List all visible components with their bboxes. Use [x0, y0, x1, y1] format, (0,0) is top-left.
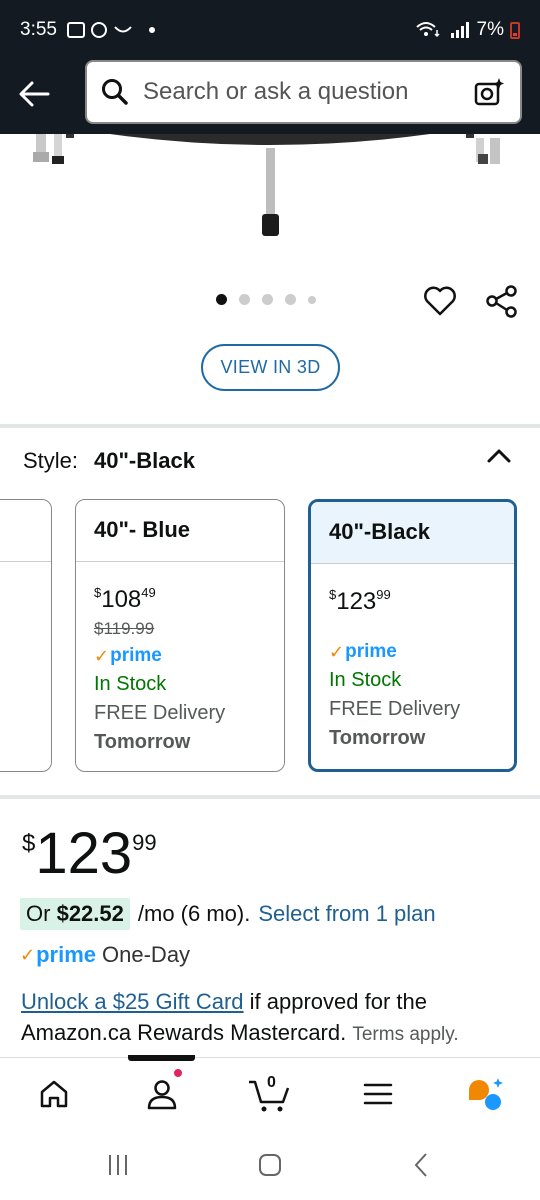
- status-notification-icons: [66, 22, 155, 38]
- style-selector-header: Style: 40"-Black: [23, 448, 195, 474]
- image-carousel-dots: [216, 294, 316, 305]
- variant-delivery-day: Tomorrow: [329, 727, 426, 749]
- back-arrow-icon: [19, 81, 50, 107]
- instagram-icon: [90, 22, 107, 38]
- carousel-dot[interactable]: [216, 294, 227, 305]
- variant-name: 40"-Black: [311, 502, 514, 564]
- nav-cart[interactable]: 0: [245, 1072, 295, 1116]
- collapse-style-button[interactable]: [484, 442, 514, 472]
- heart-icon: [424, 286, 456, 316]
- system-navigation-bar: [0, 1130, 540, 1200]
- variant-card-black[interactable]: 40"-Black $12399 ✓ prime In Stock FREE De…: [308, 499, 517, 772]
- back-chevron-icon: [414, 1153, 427, 1177]
- variant-delivery: FREE Delivery: [94, 702, 226, 724]
- search-icon: [102, 79, 128, 105]
- chevron-up-icon: [487, 449, 511, 463]
- gallery-icon: [66, 22, 85, 38]
- smile-icon: [114, 26, 132, 33]
- status-bar: 3:55 7%: [0, 0, 540, 60]
- variant-delivery: FREE Delivery: [329, 698, 461, 720]
- back-system-button[interactable]: [404, 1150, 440, 1180]
- app-header: Search or ask a question: [0, 60, 540, 134]
- monthly-payment-badge: Or $22.52: [20, 898, 130, 930]
- variant-price: $12399: [329, 587, 391, 615]
- variant-delivery-day: Tomorrow: [94, 731, 191, 753]
- section-divider: [0, 424, 540, 428]
- variant-stock: In Stock: [329, 669, 402, 691]
- product-image[interactable]: [0, 134, 540, 244]
- terms-link[interactable]: Terms apply.: [352, 1024, 458, 1045]
- recent-apps-button[interactable]: [100, 1150, 136, 1180]
- more-notifications-icon: [148, 27, 155, 33]
- carousel-dot[interactable]: [285, 294, 296, 305]
- variant-name: 40"- Blue: [76, 500, 284, 562]
- carousel-dot[interactable]: [262, 294, 273, 305]
- battery-icon: [510, 21, 520, 39]
- share-icon: [486, 285, 517, 318]
- prime-badge: ✓ prime: [94, 645, 162, 666]
- nav-home[interactable]: [32, 1072, 76, 1116]
- camera-search-button[interactable]: [472, 75, 506, 109]
- status-time: 3:55: [20, 19, 57, 40]
- prime-check-icon: ✓: [20, 944, 36, 965]
- wifi-icon: [415, 22, 440, 38]
- monthly-payment-row: Or $22.52 /mo (6 mo). Select from 1 plan: [20, 898, 436, 930]
- account-icon: [147, 1080, 177, 1110]
- search-input[interactable]: Search or ask a question: [143, 78, 472, 106]
- view-in-3d-button[interactable]: VIEW IN 3D: [201, 344, 340, 391]
- carousel-dot[interactable]: [239, 294, 250, 305]
- back-button[interactable]: [14, 74, 54, 114]
- variant-card-partial[interactable]: [0, 499, 52, 772]
- variant-price: $10849: [94, 585, 156, 613]
- camera-sparkle-icon: [474, 78, 504, 106]
- active-tab-indicator: [128, 1055, 195, 1061]
- variant-card-blue[interactable]: 40"- Blue $10849 $119.99 ✓ prime In Stock…: [75, 499, 285, 772]
- home-system-button[interactable]: [252, 1150, 288, 1180]
- product-price: $ 123 99: [22, 821, 157, 886]
- home-icon: [40, 1080, 68, 1108]
- gift-card-promo: Unlock a $25 Gift Card if approved for t…: [21, 986, 521, 1050]
- prime-badge: ✓ prime: [329, 641, 397, 662]
- recent-apps-icon: [109, 1155, 127, 1175]
- wishlist-button[interactable]: [422, 283, 458, 319]
- bottom-navigation: 0: [0, 1055, 540, 1129]
- style-label: Style:: [23, 448, 79, 473]
- prime-one-day-badge: ✓ prime One-Day: [20, 942, 191, 967]
- nav-rufus[interactable]: [464, 1072, 508, 1116]
- prime-check-icon: ✓: [94, 645, 110, 666]
- search-bar[interactable]: Search or ask a question: [85, 60, 522, 124]
- notification-dot: [172, 1067, 184, 1079]
- variant-stock: In Stock: [94, 673, 167, 695]
- unlock-gift-card-link[interactable]: Unlock a $25 Gift Card: [21, 989, 244, 1014]
- section-divider: [0, 795, 540, 799]
- variant-list-price: $119.99: [94, 619, 155, 638]
- carousel-dot[interactable]: [308, 295, 316, 304]
- prime-check-icon: ✓: [329, 641, 345, 662]
- select-plan-link[interactable]: Select from 1 plan: [258, 901, 435, 927]
- home-square-icon: [259, 1154, 281, 1176]
- monthly-term: /mo (6 mo).: [137, 901, 251, 926]
- cart-count: 0: [267, 1074, 276, 1091]
- battery-percent: 7%: [476, 19, 504, 40]
- nav-menu[interactable]: [356, 1072, 400, 1116]
- menu-icon: [363, 1083, 393, 1105]
- signal-icon: [450, 22, 469, 38]
- share-button[interactable]: [484, 283, 520, 319]
- rufus-chat-icon: [469, 1078, 503, 1110]
- style-value: 40"-Black: [94, 448, 195, 473]
